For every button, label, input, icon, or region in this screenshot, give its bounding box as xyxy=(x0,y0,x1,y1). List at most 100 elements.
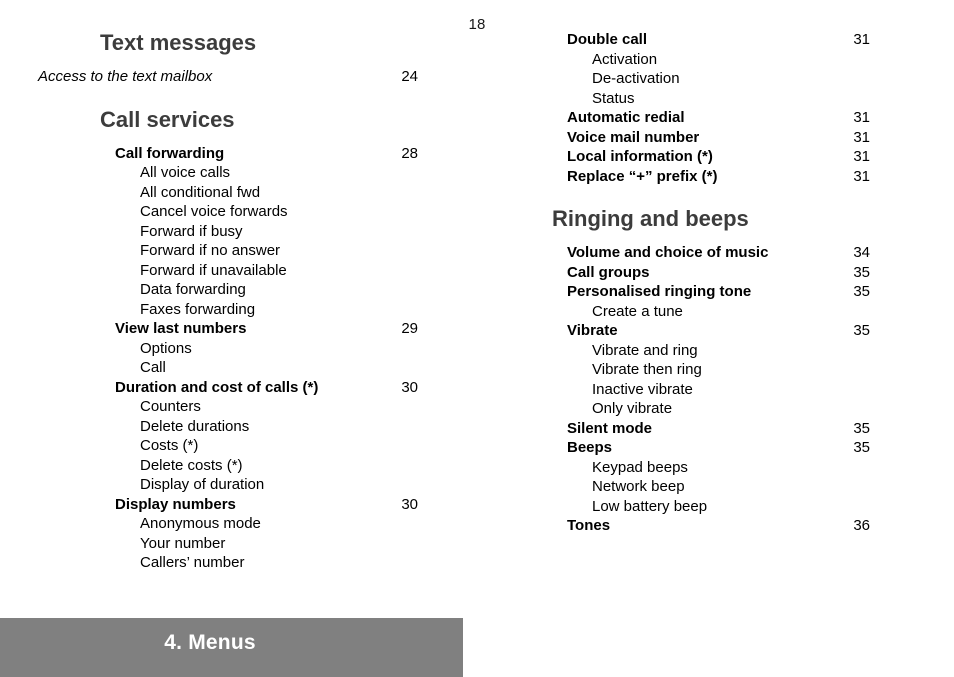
toc-entry[interactable]: All conditional fwd xyxy=(0,183,477,203)
toc-entry[interactable]: View last numbers 29 xyxy=(0,319,477,339)
toc-entry[interactable]: Create a tune xyxy=(540,302,954,322)
section-heading: Ringing and beeps xyxy=(552,206,749,231)
toc-entry[interactable]: Only vibrate xyxy=(540,399,954,419)
toc-entry[interactable]: Activation xyxy=(540,50,954,70)
toc-entry-label: Status xyxy=(592,89,635,107)
toc-entry[interactable]: Vibrate and ring xyxy=(540,341,954,361)
toc-entry-label: Volume and choice of music xyxy=(567,244,769,261)
toc-entry-label: Cancel voice forwards xyxy=(140,203,288,220)
toc-entry[interactable]: De-activation xyxy=(540,69,954,89)
toc-entry[interactable]: Status xyxy=(540,89,954,109)
toc-entry-label: Activation xyxy=(592,50,658,68)
toc-entry[interactable]: Beeps 35 xyxy=(540,438,954,458)
toc-entry[interactable]: Faxes forwarding xyxy=(0,300,477,320)
toc-entry[interactable]: Cancel voice forwards xyxy=(0,202,477,222)
toc-entry-label: Counters xyxy=(140,398,201,415)
toc-entry-page-number: 31 xyxy=(853,167,870,185)
toc-entry-label: All conditional fwd xyxy=(140,183,261,201)
toc-entry-label: Faxes forwarding xyxy=(140,300,256,318)
toc-entry[interactable]: Counters xyxy=(0,397,477,417)
toc-entry[interactable]: Call groups 35 xyxy=(540,263,954,283)
toc-column-left: Text messages Access to the text mailbox 2… xyxy=(0,30,477,573)
toc-entry-label: Costs (*) xyxy=(140,437,199,454)
toc-entry-label: Call groups xyxy=(567,263,650,281)
toc-entry[interactable]: Inactive vibrate xyxy=(540,380,954,400)
toc-entry-label: Voice mail number xyxy=(567,128,700,146)
heading-spacer xyxy=(0,133,477,144)
toc-entry-page-number: 34 xyxy=(853,244,870,261)
toc-entry-label: All voice calls xyxy=(140,164,231,181)
toc-entry[interactable]: Replace “+” prefix (*) 31 xyxy=(540,167,954,187)
toc-entry-label: Duration and cost of calls (*) xyxy=(115,378,319,396)
toc-entry[interactable]: Options xyxy=(0,339,477,359)
toc-entry-page-number: 36 xyxy=(853,517,870,534)
toc-entry-page-number: 28 xyxy=(401,144,418,162)
toc-entry-page-number: 35 xyxy=(853,322,870,339)
toc-entry[interactable]: Display of duration xyxy=(0,475,477,495)
toc-entry[interactable]: Silent mode 35 xyxy=(540,419,954,439)
toc-entry-label: Call forwarding xyxy=(115,144,225,162)
toc-entry[interactable]: Data forwarding xyxy=(0,280,477,300)
toc-entry-label: Display of duration xyxy=(140,476,265,493)
toc-entry[interactable]: Double call 31 xyxy=(540,30,954,50)
toc-entry-label: Tones xyxy=(567,517,611,534)
toc-entry[interactable]: Keypad beeps xyxy=(540,458,954,478)
toc-entry[interactable]: Call forwarding 28 xyxy=(0,144,477,164)
toc-sections-right: Double call 31 Activation De-activation Stat… xyxy=(540,30,954,536)
toc-entry[interactable]: Vibrate then ring xyxy=(540,360,954,380)
toc-entry[interactable]: Delete costs (*) xyxy=(0,456,477,476)
toc-entry-page-number: 31 xyxy=(853,128,870,146)
toc-entry[interactable]: Forward if unavailable xyxy=(0,261,477,281)
toc-entry[interactable]: Costs (*) xyxy=(0,436,477,456)
toc-entry-label: Forward if no answer xyxy=(140,242,281,259)
toc-entry-label: Vibrate then ring xyxy=(592,361,702,378)
toc-entry-label: Create a tune xyxy=(592,302,683,320)
toc-entry[interactable]: Low battery beep xyxy=(540,497,954,517)
toc-entry-label: Only vibrate xyxy=(592,400,673,417)
toc-entry-label: Options xyxy=(140,339,192,357)
toc-entry[interactable]: All voice calls xyxy=(0,163,477,183)
toc-entry[interactable]: Forward if no answer xyxy=(0,241,477,261)
toc-entry[interactable]: Personalised ringing tone 35 xyxy=(540,282,954,302)
toc-entry-label: Inactive vibrate xyxy=(592,380,693,398)
toc-entry[interactable]: Callers’ number xyxy=(0,553,477,573)
toc-entry-page-number: 24 xyxy=(401,68,418,85)
toc-entry[interactable]: Automatic redial 31 xyxy=(540,108,954,128)
toc-entry[interactable]: Local information (*) 31 xyxy=(540,147,954,167)
toc-entry-label: Beeps xyxy=(567,439,613,456)
toc-entry[interactable]: Network beep xyxy=(540,477,954,497)
toc-entry-label: Data forwarding xyxy=(140,281,246,298)
toc-entry-label: Delete durations xyxy=(140,417,250,435)
toc-entry[interactable]: Volume and choice of music 34 xyxy=(540,243,954,263)
toc-column-right: Double call 31 Activation De-activation Stat… xyxy=(540,30,954,536)
chapter-banner: 4. Menus xyxy=(0,618,463,677)
section-heading: Text messages xyxy=(100,30,257,55)
toc-entry-page-number: 31 xyxy=(853,148,870,165)
toc-entry-label: Access to the text mailbox xyxy=(38,68,213,85)
toc-sections-left: Text messages Access to the text mailbox 2… xyxy=(0,30,477,573)
toc-entry[interactable]: Access to the text mailbox 24 xyxy=(0,67,477,87)
toc-entry-label: Low battery beep xyxy=(592,497,708,515)
toc-entry[interactable]: Vibrate 35 xyxy=(540,321,954,341)
toc-entry[interactable]: Display numbers 30 xyxy=(0,495,477,515)
toc-entry-label: Replace “+” prefix (*) xyxy=(567,167,718,185)
toc-entry-page-number: 31 xyxy=(853,31,870,48)
toc-entry[interactable]: Call xyxy=(0,358,477,378)
toc-entry[interactable]: Anonymous mode xyxy=(0,514,477,534)
toc-entry-label: Forward if unavailable xyxy=(140,261,287,279)
toc-entry-label: Callers’ number xyxy=(140,554,245,571)
heading-spacer xyxy=(540,232,954,243)
toc-entry-page-number: 35 xyxy=(853,263,870,281)
toc-entry[interactable]: Delete durations xyxy=(0,417,477,437)
toc-entry[interactable]: Your number xyxy=(0,534,477,554)
toc-entry[interactable]: Forward if busy xyxy=(0,222,477,242)
toc-entry-page-number: 29 xyxy=(401,320,418,337)
toc-entry-page-number: 35 xyxy=(853,419,870,437)
toc-entry[interactable]: Voice mail number 31 xyxy=(540,128,954,148)
toc-entry-label: Delete costs (*) xyxy=(140,456,243,474)
toc-entry[interactable]: Duration and cost of calls (*) 30 xyxy=(0,378,477,398)
chapter-title: 4. Menus xyxy=(164,631,256,654)
toc-entry-page-number: 30 xyxy=(401,378,418,396)
toc-entry-label: Display numbers xyxy=(115,495,236,513)
toc-entry[interactable]: Tones 36 xyxy=(540,516,954,536)
